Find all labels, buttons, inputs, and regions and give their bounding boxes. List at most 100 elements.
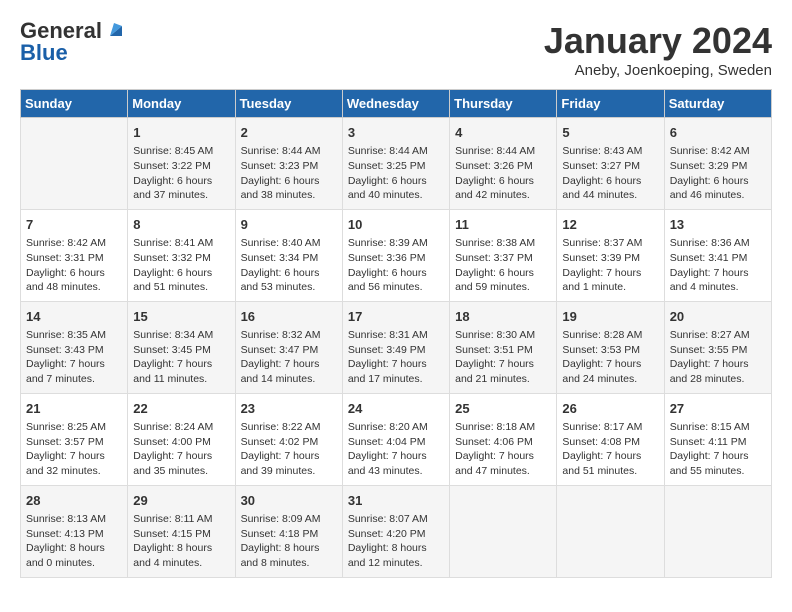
day-info: Sunrise: 8:41 AMSunset: 3:32 PMDaylight:… — [133, 236, 229, 295]
day-number: 6 — [670, 124, 766, 142]
day-info: Sunrise: 8:31 AMSunset: 3:49 PMDaylight:… — [348, 328, 444, 387]
day-number: 2 — [241, 124, 337, 142]
location-subtitle: Aneby, Joenkoeping, Sweden — [544, 62, 772, 79]
day-number: 20 — [670, 308, 766, 326]
calendar-cell: 5 Sunrise: 8:43 AMSunset: 3:27 PMDaylight… — [557, 118, 664, 210]
day-info: Sunrise: 8:42 AMSunset: 3:29 PMDaylight:… — [670, 144, 766, 203]
calendar-cell: 13 Sunrise: 8:36 AMSunset: 3:41 PMDayligh… — [664, 209, 771, 301]
day-info: Sunrise: 8:15 AMSunset: 4:11 PMDaylight:… — [670, 420, 766, 479]
calendar-cell: 11 Sunrise: 8:38 AMSunset: 3:37 PMDayligh… — [450, 209, 557, 301]
day-number: 14 — [26, 308, 122, 326]
calendar-cell: 7Sunrise: 8:42 AMSunset: 3:31 PMDaylight… — [21, 209, 128, 301]
calendar-week-row: 7Sunrise: 8:42 AMSunset: 3:31 PMDaylight… — [21, 209, 772, 301]
day-number: 22 — [133, 400, 229, 418]
day-number: 18 — [455, 308, 551, 326]
calendar-week-row: 1Sunrise: 8:45 AMSunset: 3:22 PMDaylight… — [21, 118, 772, 210]
calendar-cell: 25 Sunrise: 8:18 AMSunset: 4:06 PMDayligh… — [450, 393, 557, 485]
weekday-header-row: SundayMondayTuesdayWednesdayThursdayFrid… — [21, 90, 772, 118]
day-number: 9 — [241, 216, 337, 234]
day-info: Sunrise: 8:13 AMSunset: 4:13 PMDaylight:… — [26, 512, 122, 571]
weekday-header-friday: Friday — [557, 90, 664, 118]
calendar-cell — [450, 485, 557, 577]
day-info: Sunrise: 8:07 AMSunset: 4:20 PMDaylight:… — [348, 512, 444, 571]
day-number: 12 — [562, 216, 658, 234]
weekday-header-thursday: Thursday — [450, 90, 557, 118]
calendar-cell: 8Sunrise: 8:41 AMSunset: 3:32 PMDaylight… — [128, 209, 235, 301]
month-title: January 2024 — [544, 20, 772, 62]
day-info: Sunrise: 8:35 AMSunset: 3:43 PMDaylight:… — [26, 328, 122, 387]
day-number: 26 — [562, 400, 658, 418]
day-info: Sunrise: 8:38 AMSunset: 3:37 PMDaylight:… — [455, 236, 551, 295]
calendar-cell: 15Sunrise: 8:34 AMSunset: 3:45 PMDayligh… — [128, 301, 235, 393]
day-number: 4 — [455, 124, 551, 142]
calendar-cell: 20 Sunrise: 8:27 AMSunset: 3:55 PMDayligh… — [664, 301, 771, 393]
calendar-cell: 21Sunrise: 8:25 AMSunset: 3:57 PMDayligh… — [21, 393, 128, 485]
day-info: Sunrise: 8:30 AMSunset: 3:51 PMDaylight:… — [455, 328, 551, 387]
day-number: 5 — [562, 124, 658, 142]
day-number: 31 — [348, 492, 444, 510]
day-info: Sunrise: 8:39 AMSunset: 3:36 PMDaylight:… — [348, 236, 444, 295]
day-number: 10 — [348, 216, 444, 234]
day-info: Sunrise: 8:44 AMSunset: 3:25 PMDaylight:… — [348, 144, 444, 203]
day-info: Sunrise: 8:44 AMSunset: 3:26 PMDaylight:… — [455, 144, 551, 203]
calendar-week-row: 21Sunrise: 8:25 AMSunset: 3:57 PMDayligh… — [21, 393, 772, 485]
day-number: 11 — [455, 216, 551, 234]
logo-general-text: General — [20, 20, 102, 42]
day-info: Sunrise: 8:11 AMSunset: 4:15 PMDaylight:… — [133, 512, 229, 571]
calendar-cell: 28 Sunrise: 8:13 AMSunset: 4:13 PMDayligh… — [21, 485, 128, 577]
day-number: 30 — [241, 492, 337, 510]
day-info: Sunrise: 8:27 AMSunset: 3:55 PMDaylight:… — [670, 328, 766, 387]
day-number: 7 — [26, 216, 122, 234]
day-info: Sunrise: 8:44 AMSunset: 3:23 PMDaylight:… — [241, 144, 337, 203]
day-number: 27 — [670, 400, 766, 418]
weekday-header-monday: Monday — [128, 90, 235, 118]
calendar-cell: 26 Sunrise: 8:17 AMSunset: 4:08 PMDayligh… — [557, 393, 664, 485]
day-number: 25 — [455, 400, 551, 418]
calendar-cell: 6 Sunrise: 8:42 AMSunset: 3:29 PMDaylight… — [664, 118, 771, 210]
logo-blue-text: Blue — [20, 42, 68, 64]
calendar-cell: 24 Sunrise: 8:20 AMSunset: 4:04 PMDayligh… — [342, 393, 449, 485]
calendar-cell: 17 Sunrise: 8:31 AMSunset: 3:49 PMDayligh… — [342, 301, 449, 393]
calendar-cell: 12Sunrise: 8:37 AMSunset: 3:39 PMDayligh… — [557, 209, 664, 301]
day-info: Sunrise: 8:28 AMSunset: 3:53 PMDaylight:… — [562, 328, 658, 387]
calendar-cell: 19 Sunrise: 8:28 AMSunset: 3:53 PMDayligh… — [557, 301, 664, 393]
calendar-cell: 2 Sunrise: 8:44 AMSunset: 3:23 PMDaylight… — [235, 118, 342, 210]
calendar-cell — [664, 485, 771, 577]
calendar-week-row: 28 Sunrise: 8:13 AMSunset: 4:13 PMDayligh… — [21, 485, 772, 577]
day-info: Sunrise: 8:09 AMSunset: 4:18 PMDaylight:… — [241, 512, 337, 571]
day-number: 24 — [348, 400, 444, 418]
calendar-cell: 23Sunrise: 8:22 AMSunset: 4:02 PMDayligh… — [235, 393, 342, 485]
calendar-cell: 22 Sunrise: 8:24 AMSunset: 4:00 PMDayligh… — [128, 393, 235, 485]
calendar-cell: 31 Sunrise: 8:07 AMSunset: 4:20 PMDayligh… — [342, 485, 449, 577]
calendar-cell: 27 Sunrise: 8:15 AMSunset: 4:11 PMDayligh… — [664, 393, 771, 485]
day-info: Sunrise: 8:25 AMSunset: 3:57 PMDaylight:… — [26, 420, 122, 479]
calendar-cell: 9 Sunrise: 8:40 AMSunset: 3:34 PMDaylight… — [235, 209, 342, 301]
calendar-cell: 29Sunrise: 8:11 AMSunset: 4:15 PMDayligh… — [128, 485, 235, 577]
calendar-cell: 1Sunrise: 8:45 AMSunset: 3:22 PMDaylight… — [128, 118, 235, 210]
day-number: 16 — [241, 308, 337, 326]
day-info: Sunrise: 8:24 AMSunset: 4:00 PMDaylight:… — [133, 420, 229, 479]
day-info: Sunrise: 8:22 AMSunset: 4:02 PMDaylight:… — [241, 420, 337, 479]
calendar-cell: 3 Sunrise: 8:44 AMSunset: 3:25 PMDaylight… — [342, 118, 449, 210]
page-header: General Blue January 2024 Aneby, Joenkoe… — [20, 20, 772, 79]
day-info: Sunrise: 8:40 AMSunset: 3:34 PMDaylight:… — [241, 236, 337, 295]
day-number: 28 — [26, 492, 122, 510]
weekday-header-sunday: Sunday — [21, 90, 128, 118]
day-info: Sunrise: 8:18 AMSunset: 4:06 PMDaylight:… — [455, 420, 551, 479]
day-info: Sunrise: 8:36 AMSunset: 3:41 PMDaylight:… — [670, 236, 766, 295]
day-number: 3 — [348, 124, 444, 142]
day-number: 19 — [562, 308, 658, 326]
day-number: 13 — [670, 216, 766, 234]
day-number: 1 — [133, 124, 229, 142]
day-info: Sunrise: 8:34 AMSunset: 3:45 PMDaylight:… — [133, 328, 229, 387]
calendar-cell: 10 Sunrise: 8:39 AMSunset: 3:36 PMDayligh… — [342, 209, 449, 301]
day-info: Sunrise: 8:32 AMSunset: 3:47 PMDaylight:… — [241, 328, 337, 387]
calendar-cell: 18 Sunrise: 8:30 AMSunset: 3:51 PMDayligh… — [450, 301, 557, 393]
calendar-week-row: 14 Sunrise: 8:35 AMSunset: 3:43 PMDayligh… — [21, 301, 772, 393]
day-info: Sunrise: 8:20 AMSunset: 4:04 PMDaylight:… — [348, 420, 444, 479]
day-info: Sunrise: 8:17 AMSunset: 4:08 PMDaylight:… — [562, 420, 658, 479]
calendar-cell: 16 Sunrise: 8:32 AMSunset: 3:47 PMDayligh… — [235, 301, 342, 393]
day-info: Sunrise: 8:43 AMSunset: 3:27 PMDaylight:… — [562, 144, 658, 203]
calendar-cell: 30 Sunrise: 8:09 AMSunset: 4:18 PMDayligh… — [235, 485, 342, 577]
day-number: 17 — [348, 308, 444, 326]
